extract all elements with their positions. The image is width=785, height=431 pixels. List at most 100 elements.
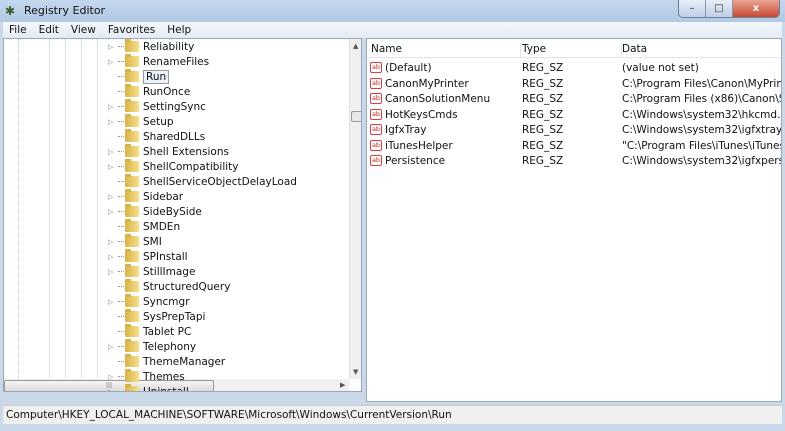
menu-file[interactable]: File xyxy=(3,24,33,36)
tree-connector xyxy=(118,181,124,182)
expand-arrow-icon[interactable]: ▷ xyxy=(108,388,118,392)
folder-icon xyxy=(125,354,139,367)
tree-item[interactable]: ▷ StillImage xyxy=(108,264,195,279)
tree-connector xyxy=(118,346,124,347)
column-header-type[interactable]: Type xyxy=(522,43,622,58)
tree-item[interactable]: ▷ SettingSync xyxy=(108,99,206,114)
string-value-icon: ab xyxy=(370,77,382,89)
expand-arrow-icon[interactable]: ▷ xyxy=(108,373,118,381)
value-row[interactable]: ab Persistence REG_SZ C:\Windows\system32\i… xyxy=(367,154,781,169)
close-button[interactable]: x xyxy=(733,0,779,17)
tree-item[interactable]: Run xyxy=(108,69,170,84)
tree-vertical-scrollbar[interactable]: ▲ ▼ xyxy=(349,39,361,379)
tree-item[interactable]: ▷ Telephony xyxy=(108,339,196,354)
expand-arrow-icon[interactable]: ▷ xyxy=(108,208,118,216)
expand-arrow-icon[interactable]: ▷ xyxy=(108,103,118,111)
expand-arrow-icon[interactable]: ▷ xyxy=(108,298,118,306)
value-row[interactable]: ab IgfxTray REG_SZ C:\Windows\system32\igfx… xyxy=(367,123,781,138)
tree-item[interactable]: SharedDLLs xyxy=(108,129,205,144)
value-data: C:\Program Files (x86)\Canon\Solut xyxy=(622,93,781,105)
folder-icon xyxy=(125,189,139,202)
expand-arrow-icon[interactable]: ▷ xyxy=(108,43,118,51)
scroll-up-arrow-icon[interactable]: ▲ xyxy=(353,42,358,50)
scroll-down-arrow-icon[interactable]: ▼ xyxy=(353,368,358,376)
value-row[interactable]: ab CanonSolutionMenu REG_SZ C:\Program File… xyxy=(367,92,781,107)
tree-item[interactable]: ▷ Reliability xyxy=(108,39,194,54)
expand-arrow-icon[interactable]: ▷ xyxy=(108,163,118,171)
tree-guide-line xyxy=(97,39,98,391)
menu-edit[interactable]: Edit xyxy=(33,24,65,36)
expand-arrow-icon[interactable]: ▷ xyxy=(108,343,118,351)
tree-item[interactable]: ▷ Uninstall xyxy=(108,384,189,392)
value-name: HotKeysCmds xyxy=(385,108,458,121)
tree-guide-line xyxy=(81,39,82,391)
tree-item[interactable]: RunOnce xyxy=(108,84,190,99)
expand-arrow-icon[interactable]: ▷ xyxy=(108,253,118,261)
tree-item-label: RenameFiles xyxy=(143,55,210,68)
maximize-button[interactable]: □ xyxy=(706,0,733,17)
folder-icon xyxy=(125,369,139,382)
scroll-right-arrow-icon[interactable]: ▶ xyxy=(340,381,345,389)
menu-favorites[interactable]: Favorites xyxy=(102,24,161,36)
tree-item[interactable]: ▷ RenameFiles xyxy=(108,54,209,69)
value-row[interactable]: ab iTunesHelper REG_SZ "C:\Program Files\iT… xyxy=(367,139,781,154)
tree-item[interactable]: SMDEn xyxy=(108,219,180,234)
folder-icon xyxy=(125,69,139,82)
tree-item[interactable]: ▷ Sidebar xyxy=(108,189,183,204)
expand-arrow-icon[interactable]: ▷ xyxy=(108,58,118,66)
expand-arrow-icon[interactable]: ▷ xyxy=(108,193,118,201)
tree-item[interactable]: StructuredQuery xyxy=(108,279,230,294)
tree-item[interactable]: ▷ SPInstall xyxy=(108,249,188,264)
value-data: (value not set) xyxy=(622,62,699,74)
tree-item-label: Run xyxy=(143,69,170,84)
tree-connector xyxy=(118,391,124,392)
value-name: CanonSolutionMenu xyxy=(385,93,491,105)
tree-item-label: Uninstall xyxy=(143,385,189,392)
expand-arrow-icon[interactable]: ▷ xyxy=(108,238,118,246)
string-value-icon: ab xyxy=(370,124,382,135)
tree-connector xyxy=(118,196,124,197)
menu-view[interactable]: View xyxy=(65,24,102,36)
tree-item-label: Reliability xyxy=(143,40,195,53)
folder-icon xyxy=(125,174,139,187)
tree-item[interactable]: ▷ Syncmgr xyxy=(108,294,190,309)
tree-item[interactable]: ThemeManager xyxy=(108,354,225,369)
value-row[interactable]: ab CanonMyPrinter REG_SZ C:\Program Files\C… xyxy=(367,77,781,92)
tree-item[interactable]: Tablet PC xyxy=(108,324,191,339)
value-type: REG_SZ xyxy=(522,93,564,105)
expand-arrow-icon[interactable]: ▷ xyxy=(108,268,118,276)
tree-item-label: Tablet PC xyxy=(143,325,192,338)
tree-connector xyxy=(118,91,124,92)
tree-item[interactable]: ▷ Shell Extensions xyxy=(108,144,229,159)
expand-arrow-icon[interactable]: ▷ xyxy=(108,148,118,156)
column-header-data[interactable]: Data xyxy=(622,43,781,58)
scroll-thumb[interactable] xyxy=(351,111,361,122)
value-name: CanonMyPrinter xyxy=(385,77,469,90)
tree-item[interactable]: ▷ ShellCompatibility xyxy=(108,159,238,174)
tree-item-label: SMI xyxy=(143,235,162,248)
registry-editor-icon: ✱ xyxy=(5,4,16,18)
tree-item[interactable]: ShellServiceObjectDelayLoad xyxy=(108,174,297,189)
tree-connector xyxy=(118,271,124,272)
expand-arrow-icon[interactable]: ▷ xyxy=(108,118,118,126)
tree-connector xyxy=(118,46,124,47)
tree-item[interactable]: SysPrepTapi xyxy=(108,309,205,324)
column-header-name[interactable]: Name xyxy=(371,43,521,58)
tree-guide-line xyxy=(65,39,66,391)
tree-item[interactable]: ▷ Setup xyxy=(108,114,174,129)
value-row[interactable]: ab HotKeysCmds REG_SZ C:\Windows\system32\h… xyxy=(367,108,781,123)
tree-connector xyxy=(118,151,124,152)
tree-item[interactable]: ▷ SMI xyxy=(108,234,162,249)
minimize-button[interactable]: – xyxy=(679,0,706,17)
value-row[interactable]: ab (Default) REG_SZ (value not set) xyxy=(367,61,781,76)
folder-icon xyxy=(125,309,139,322)
folder-icon xyxy=(125,159,139,172)
tree-item[interactable]: ▷ Themes xyxy=(108,369,185,384)
tree-item-label: ShellCompatibility xyxy=(143,160,239,173)
tree-connector xyxy=(118,226,124,227)
tree-connector xyxy=(118,76,124,77)
folder-icon xyxy=(125,264,139,277)
folder-icon xyxy=(125,324,139,337)
menu-help[interactable]: Help xyxy=(161,24,197,36)
tree-item[interactable]: ▷ SideBySide xyxy=(108,204,202,219)
